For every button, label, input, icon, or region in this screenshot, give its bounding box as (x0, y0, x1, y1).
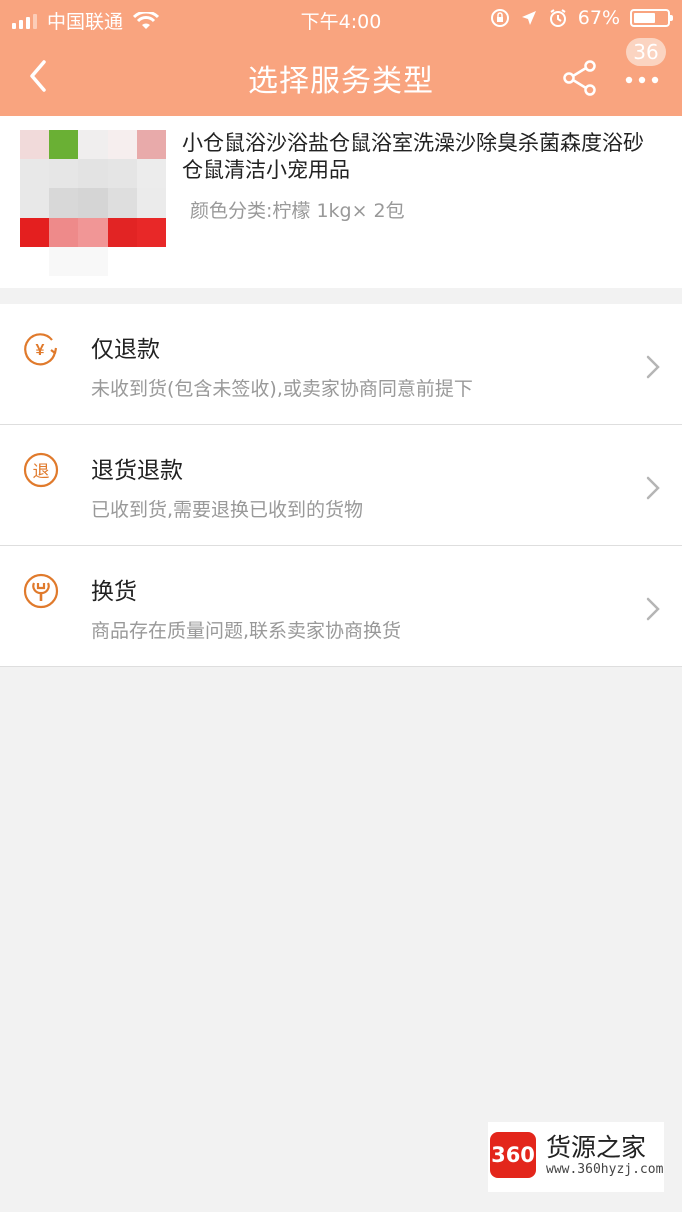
location-icon (521, 11, 536, 25)
nav-bar: 选择服务类型 36 (0, 38, 682, 116)
product-spec: 颜色分类:柠檬 1kg× 2包 (190, 200, 405, 222)
option-title: 仅退款 (91, 337, 160, 363)
chevron-right-icon (646, 355, 660, 379)
header-bar: 中国联通 下午4:00 67% 选择服务类型 36 (0, 0, 682, 116)
svg-text:¥: ¥ (36, 342, 45, 359)
product-title[interactable]: 小仓鼠浴沙浴盐仓鼠浴室洗澡沙除臭杀菌森度浴砂仓鼠清洁小宠用品 (182, 130, 662, 184)
product-thumbnail (20, 130, 166, 276)
section-gap (0, 288, 682, 304)
return-refund-icon: 退 (23, 452, 59, 488)
svg-text:退: 退 (33, 462, 50, 482)
option-refund-only[interactable]: ¥ 仅退款 未收到货(包含未签收),或卖家协商同意前提下 (0, 304, 682, 425)
option-return-refund[interactable]: 退 退货退款 已收到货,需要退换已收到的货物 (0, 425, 682, 546)
option-exchange[interactable]: 换货 商品存在质量问题,联系卖家协商换货 (0, 546, 682, 667)
battery-icon (630, 9, 673, 27)
option-description: 已收到货,需要退换已收到的货物 (91, 499, 364, 521)
option-title: 退货退款 (91, 458, 183, 484)
orientation-lock-icon (490, 9, 509, 27)
option-description: 未收到货(包含未签收),或卖家协商同意前提下 (91, 378, 473, 400)
option-title: 换货 (91, 579, 137, 605)
battery-percent: 67% (577, 7, 620, 29)
option-description: 商品存在质量问题,联系卖家协商换货 (91, 620, 402, 642)
chevron-right-icon (646, 597, 660, 621)
chevron-right-icon (646, 476, 660, 500)
message-count-badge[interactable]: 36 (626, 38, 666, 66)
share-icon[interactable] (560, 58, 600, 98)
watermark-url: www.360hyzj.com (546, 1162, 664, 1177)
product-card: 小仓鼠浴沙浴盐仓鼠浴室洗澡沙除臭杀菌森度浴砂仓鼠清洁小宠用品 颜色分类:柠檬 1… (0, 116, 682, 289)
watermark-name: 货源之家 (546, 1133, 647, 1162)
status-bar: 中国联通 下午4:00 67% (0, 0, 682, 38)
more-icon[interactable] (622, 70, 662, 90)
alarm-icon (549, 9, 566, 27)
watermark: 360 货源之家 www.360hyzj.com (488, 1122, 664, 1192)
watermark-logo: 360 (490, 1132, 536, 1178)
exchange-icon (23, 573, 59, 609)
battery-fill (634, 13, 656, 23)
refund-only-icon: ¥ (24, 333, 58, 366)
